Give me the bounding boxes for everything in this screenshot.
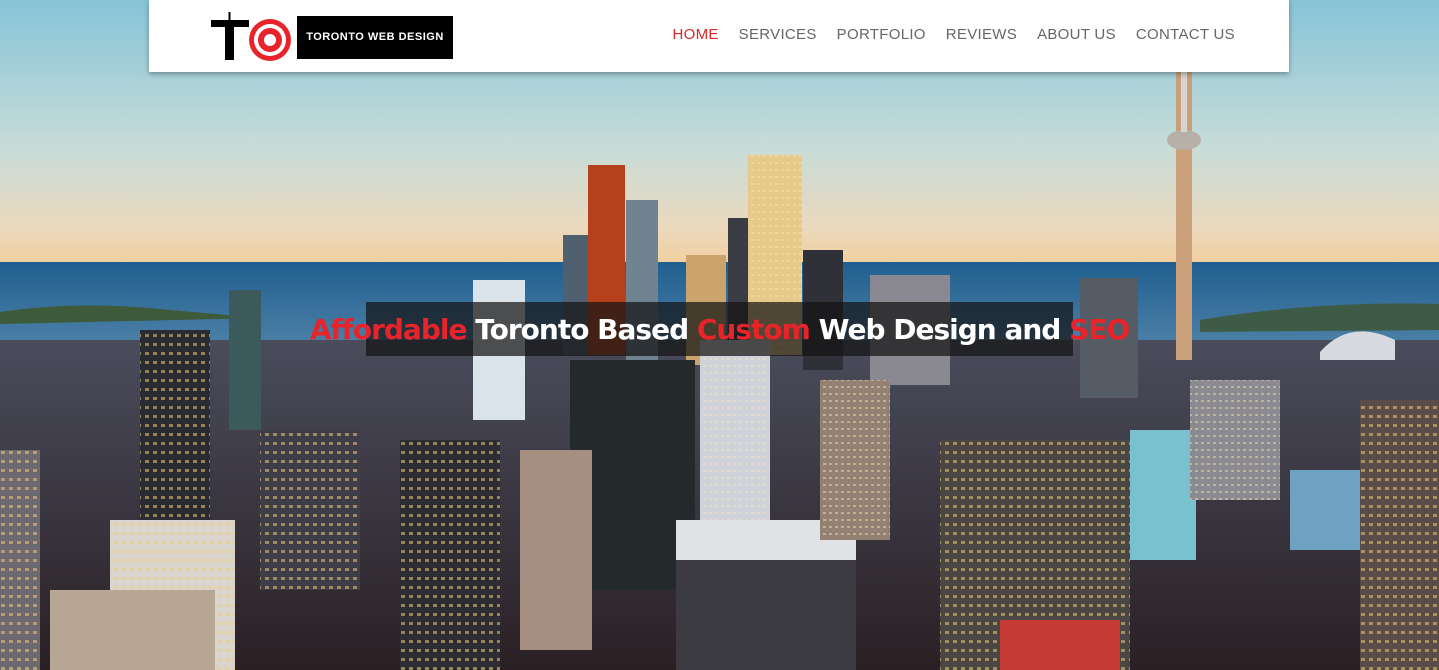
site-logo[interactable]: TORONTO WEB DESIGN [211, 12, 456, 62]
page: TORONTO WEB DESIGN HOME SERVICES PORTFOL… [0, 0, 1439, 670]
nav-portfolio[interactable]: PORTFOLIO [837, 26, 926, 43]
main-navigation: HOME SERVICES PORTFOLIO REVIEWS ABOUT US… [672, 0, 1235, 68]
hero-headline: Affordable Toronto Based Custom Web Desi… [310, 302, 1130, 356]
to-monogram-icon [211, 12, 291, 61]
hero-text-web-design: Web Design and [809, 312, 1070, 346]
nav-contact-us[interactable]: CONTACT US [1136, 26, 1235, 43]
hero-text-toronto-based: Toronto Based [466, 312, 697, 346]
logo-wordmark: TORONTO WEB DESIGN [297, 15, 453, 59]
site-header: TORONTO WEB DESIGN HOME SERVICES PORTFOL… [149, 0, 1289, 72]
hero-word-affordable: Affordable [309, 312, 468, 346]
hero-word-custom: Custom [696, 312, 811, 346]
nav-services[interactable]: SERVICES [739, 26, 817, 43]
hero-word-seo: SEO [1069, 312, 1130, 346]
nav-reviews[interactable]: REVIEWS [946, 26, 1017, 43]
nav-about-us[interactable]: ABOUT US [1037, 26, 1116, 43]
nav-home[interactable]: HOME [672, 26, 718, 43]
